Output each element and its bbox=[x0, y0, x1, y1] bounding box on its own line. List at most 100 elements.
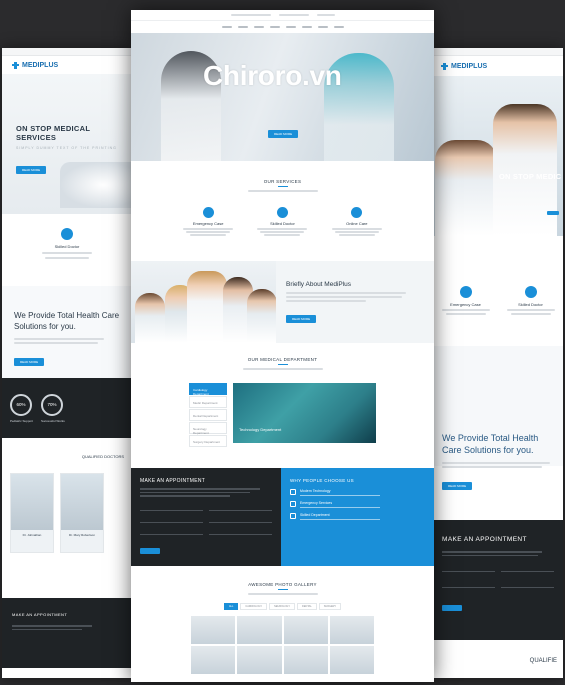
gallery-photo[interactable] bbox=[283, 646, 328, 674]
service-card[interactable]: Emergency Case bbox=[178, 207, 238, 237]
text-placeholder bbox=[45, 257, 89, 259]
doctor-card[interactable]: Dr. Mary Robertson bbox=[60, 473, 104, 553]
why-item: Skilled Department bbox=[290, 513, 425, 520]
text-placeholder bbox=[42, 252, 92, 254]
appointment-title: MAKE AN APPOINTMENT bbox=[12, 612, 68, 617]
about-text: Briefly About MediPlus READ MORE bbox=[276, 261, 434, 343]
feature-box: Emergency Case bbox=[438, 286, 494, 346]
book-appointment-button[interactable] bbox=[442, 605, 462, 611]
service-card[interactable]: Skilled Doctor bbox=[252, 207, 312, 237]
name-field[interactable] bbox=[140, 505, 203, 511]
why-item-title: Skilled Department bbox=[300, 513, 330, 517]
doctor-name: Dr. Johnathan bbox=[22, 533, 42, 537]
gallery-photo[interactable] bbox=[191, 646, 236, 674]
text-placeholder bbox=[140, 488, 260, 490]
stat-label: Successful Works bbox=[41, 418, 65, 423]
services-section: OUR SERVICES Emergency Case Skilled Doct… bbox=[131, 161, 434, 261]
text-placeholder bbox=[442, 462, 550, 464]
gallery-photo[interactable] bbox=[237, 616, 282, 644]
site-logo[interactable]: MEDIPLUS bbox=[441, 62, 488, 70]
filter-all[interactable]: ALL bbox=[223, 603, 239, 610]
gallery-photo[interactable] bbox=[283, 616, 328, 644]
hero-subtitle: SIMPLY DUMMY TEXT OF THE PRINTING bbox=[16, 146, 117, 150]
about-read-more-button[interactable]: READ MORE bbox=[286, 315, 317, 323]
why-title: WHY PEOPLE CHOOSE US bbox=[290, 478, 354, 483]
appointment-section: MAKE AN APPOINTMENT bbox=[433, 520, 563, 640]
nav-item[interactable] bbox=[269, 26, 280, 28]
gallery-section: AWESOME PHOTO GALLERY ALL CARDIOLOGY NEU… bbox=[131, 566, 434, 682]
service-card[interactable]: Online Care bbox=[327, 207, 387, 237]
department-caption: Technology Department bbox=[239, 427, 282, 432]
provide-section: We Provide Total Health Care Solutions f… bbox=[433, 346, 563, 490]
hero-read-more-button[interactable]: READ MORE bbox=[16, 166, 47, 174]
top-info-bar bbox=[2, 48, 132, 56]
filter-surgery[interactable]: SURGERY bbox=[318, 603, 342, 610]
form-row bbox=[442, 582, 554, 588]
nav-item[interactable] bbox=[333, 26, 344, 28]
site-logo[interactable]: MEDIPLUS bbox=[12, 61, 58, 69]
tab-medic[interactable]: Medic Department bbox=[189, 396, 227, 408]
nav-item[interactable] bbox=[221, 26, 232, 28]
department-select[interactable] bbox=[209, 517, 272, 523]
filter-dental[interactable]: DENTAL bbox=[297, 603, 317, 610]
nav-item[interactable] bbox=[237, 26, 248, 28]
doctor-cards: Dr. Johnathan Dr. Mary Robertson bbox=[10, 473, 124, 553]
text-placeholder bbox=[12, 628, 82, 630]
provide-read-more-button[interactable]: READ MORE bbox=[442, 482, 473, 490]
name-field[interactable] bbox=[442, 566, 495, 572]
gallery-photo[interactable] bbox=[237, 646, 282, 674]
gallery-photo[interactable] bbox=[329, 646, 374, 674]
doctor-icon bbox=[61, 228, 73, 240]
doctor-photo bbox=[11, 474, 53, 530]
book-appointment-button[interactable] bbox=[140, 547, 160, 554]
service-title: Skilled Doctor bbox=[270, 221, 295, 226]
hero-slider: READ MORE bbox=[131, 33, 434, 161]
phone-field[interactable] bbox=[442, 582, 495, 588]
hero-read-more-button[interactable] bbox=[547, 211, 559, 215]
tab-neurology[interactable]: Neurology Department bbox=[189, 422, 227, 435]
appointment-title: MAKE AN APPOINTMENT bbox=[140, 478, 206, 484]
gallery-photo[interactable] bbox=[191, 616, 236, 644]
nav-item[interactable] bbox=[317, 26, 328, 28]
appointment-form: MAKE AN APPOINTMENT bbox=[131, 468, 281, 566]
filter-cardiology[interactable]: CARDIOLOGY bbox=[240, 603, 268, 610]
email-field[interactable] bbox=[501, 566, 554, 572]
nav-item[interactable] bbox=[253, 26, 264, 28]
provide-section: We Provide Total Health Care Solutions f… bbox=[2, 286, 132, 378]
text-placeholder bbox=[442, 466, 542, 468]
why-item-title: Emergency Services bbox=[300, 501, 333, 505]
filter-neurology[interactable]: NEUROLOGY bbox=[269, 603, 296, 610]
appointment-button-wrap bbox=[140, 541, 272, 559]
doctor-card[interactable]: Dr. Johnathan bbox=[10, 473, 54, 553]
why-item: Emergency Services bbox=[290, 501, 425, 508]
tab-surgery[interactable]: Surgery Department bbox=[189, 435, 227, 447]
text-placeholder bbox=[12, 625, 92, 627]
date-field[interactable] bbox=[140, 529, 203, 535]
stat-ring: 70% bbox=[41, 393, 64, 416]
nav-item[interactable] bbox=[301, 26, 312, 28]
nurse-figure bbox=[135, 293, 165, 343]
hero-read-more-button[interactable]: READ MORE bbox=[268, 130, 299, 138]
title-underline bbox=[277, 364, 288, 365]
gallery-photo[interactable] bbox=[329, 616, 374, 644]
emergency-icon bbox=[290, 501, 296, 507]
text-placeholder bbox=[247, 593, 318, 595]
phone-field[interactable] bbox=[140, 517, 203, 523]
contact-info bbox=[230, 14, 271, 16]
stat-label: Pediatric Support bbox=[10, 418, 34, 423]
gallery-filters: ALL CARDIOLOGY NEUROLOGY DENTAL SURGERY bbox=[131, 603, 434, 610]
left-page-mockup: MEDIPLUS ON STOP MEDICAL SERVICES SIMPLY… bbox=[2, 48, 132, 678]
tab-cardiology[interactable]: Cardiology Department bbox=[189, 383, 227, 396]
social-links[interactable] bbox=[316, 14, 335, 16]
email-field[interactable] bbox=[209, 505, 272, 511]
provide-read-more-button[interactable]: READ MORE bbox=[14, 358, 45, 366]
brand-name: MEDIPLUS bbox=[451, 62, 488, 70]
stat-ring: 60% bbox=[10, 393, 32, 416]
form-row bbox=[140, 529, 272, 535]
nav-item[interactable] bbox=[285, 26, 296, 28]
time-field[interactable] bbox=[209, 529, 272, 535]
tab-dental[interactable]: Dental Department bbox=[189, 409, 227, 421]
ambulance-icon bbox=[202, 207, 214, 218]
department-select[interactable] bbox=[501, 582, 554, 588]
text-placeholder bbox=[300, 494, 380, 496]
